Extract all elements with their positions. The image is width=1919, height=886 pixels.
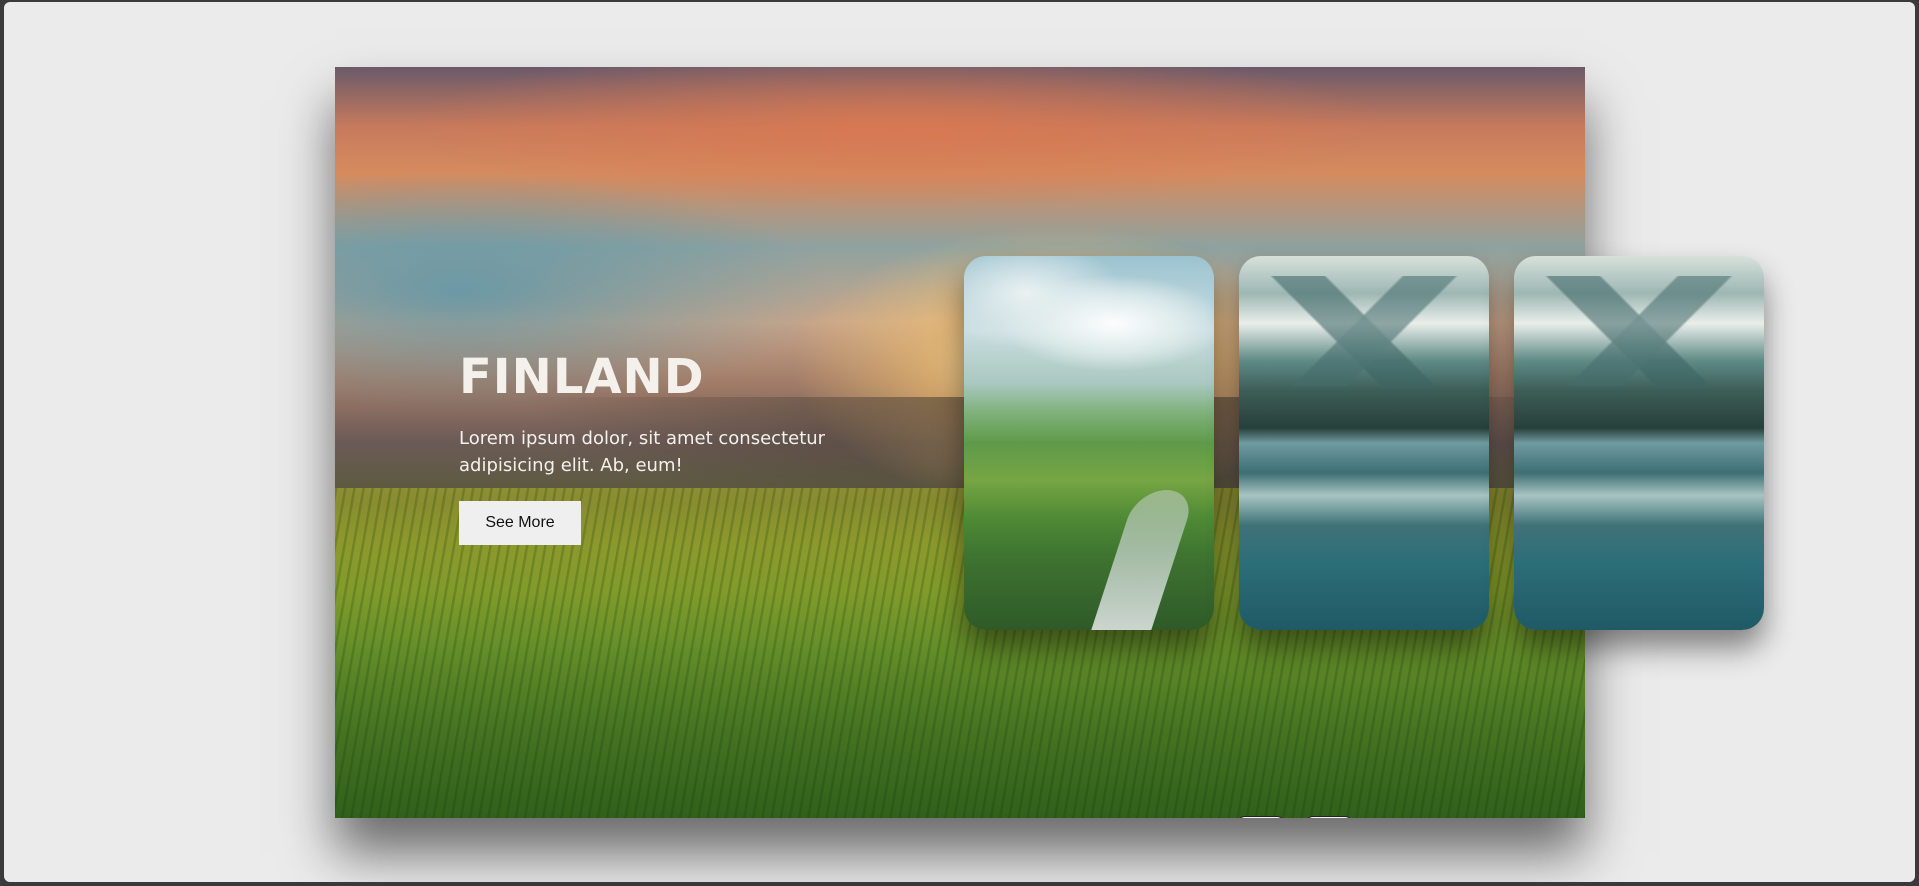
next-button[interactable] (1305, 816, 1353, 818)
hero-description: Lorem ipsum dolor, sit amet consectetur … (459, 428, 826, 476)
thumbnail-card-lake[interactable] (1514, 256, 1764, 630)
hero-content: FINLAND Lorem ipsum dolor, sit amet cons… (459, 347, 879, 545)
slider-controls (1237, 816, 1357, 818)
mountain-peaks-shape (1239, 276, 1489, 386)
thumbnail-list (964, 256, 1764, 632)
prev-button[interactable] (1237, 816, 1285, 818)
see-more-button[interactable]: See More (459, 501, 581, 545)
thumbnail-card-valley[interactable] (964, 256, 1214, 630)
thumbnail-card-lake[interactable] (1239, 256, 1489, 630)
hero-title: FINLAND (459, 349, 705, 405)
mountain-peaks-shape (1514, 276, 1764, 386)
page: FINLAND Lorem ipsum dolor, sit amet cons… (4, 2, 1915, 882)
valley-image (964, 256, 1214, 630)
